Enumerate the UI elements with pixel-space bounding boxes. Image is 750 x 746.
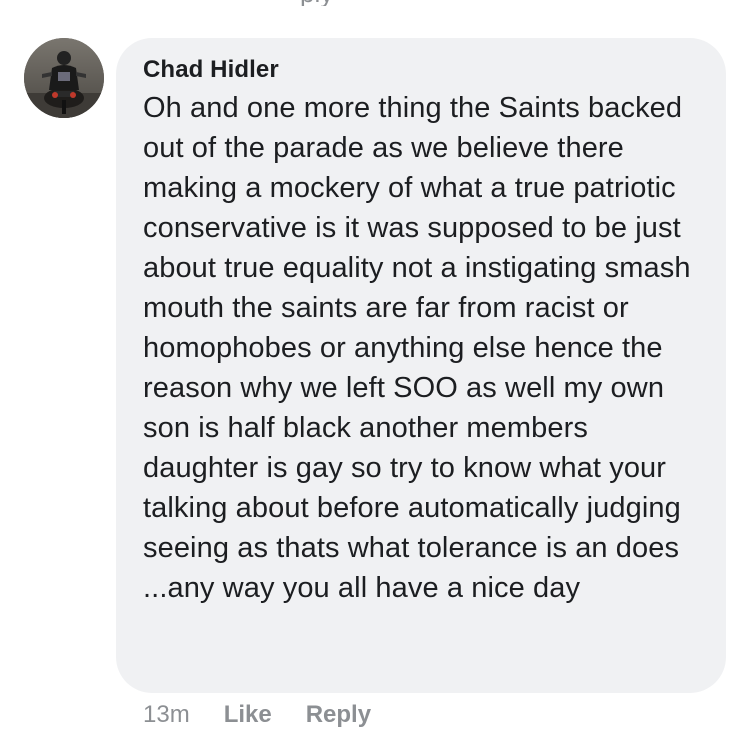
comment-timestamp[interactable]: 13m — [143, 701, 190, 729]
previous-comment-fragment-text: ply — [300, 0, 333, 6]
reply-button[interactable]: Reply — [306, 701, 371, 729]
comment-text: Oh and one more thing the Saints backed … — [143, 92, 691, 604]
like-button[interactable]: Like — [224, 701, 272, 729]
avatar[interactable] — [24, 38, 104, 118]
comment-author[interactable]: Chad Hidler — [143, 55, 704, 85]
comment-actions: 13m Like Reply — [143, 701, 371, 729]
previous-comment-reply-fragment: ply — [300, 0, 390, 6]
motorcycle-rider-photo-icon — [24, 38, 104, 118]
comment-bubble: Chad Hidler Oh and one more thing the Sa… — [116, 38, 726, 693]
